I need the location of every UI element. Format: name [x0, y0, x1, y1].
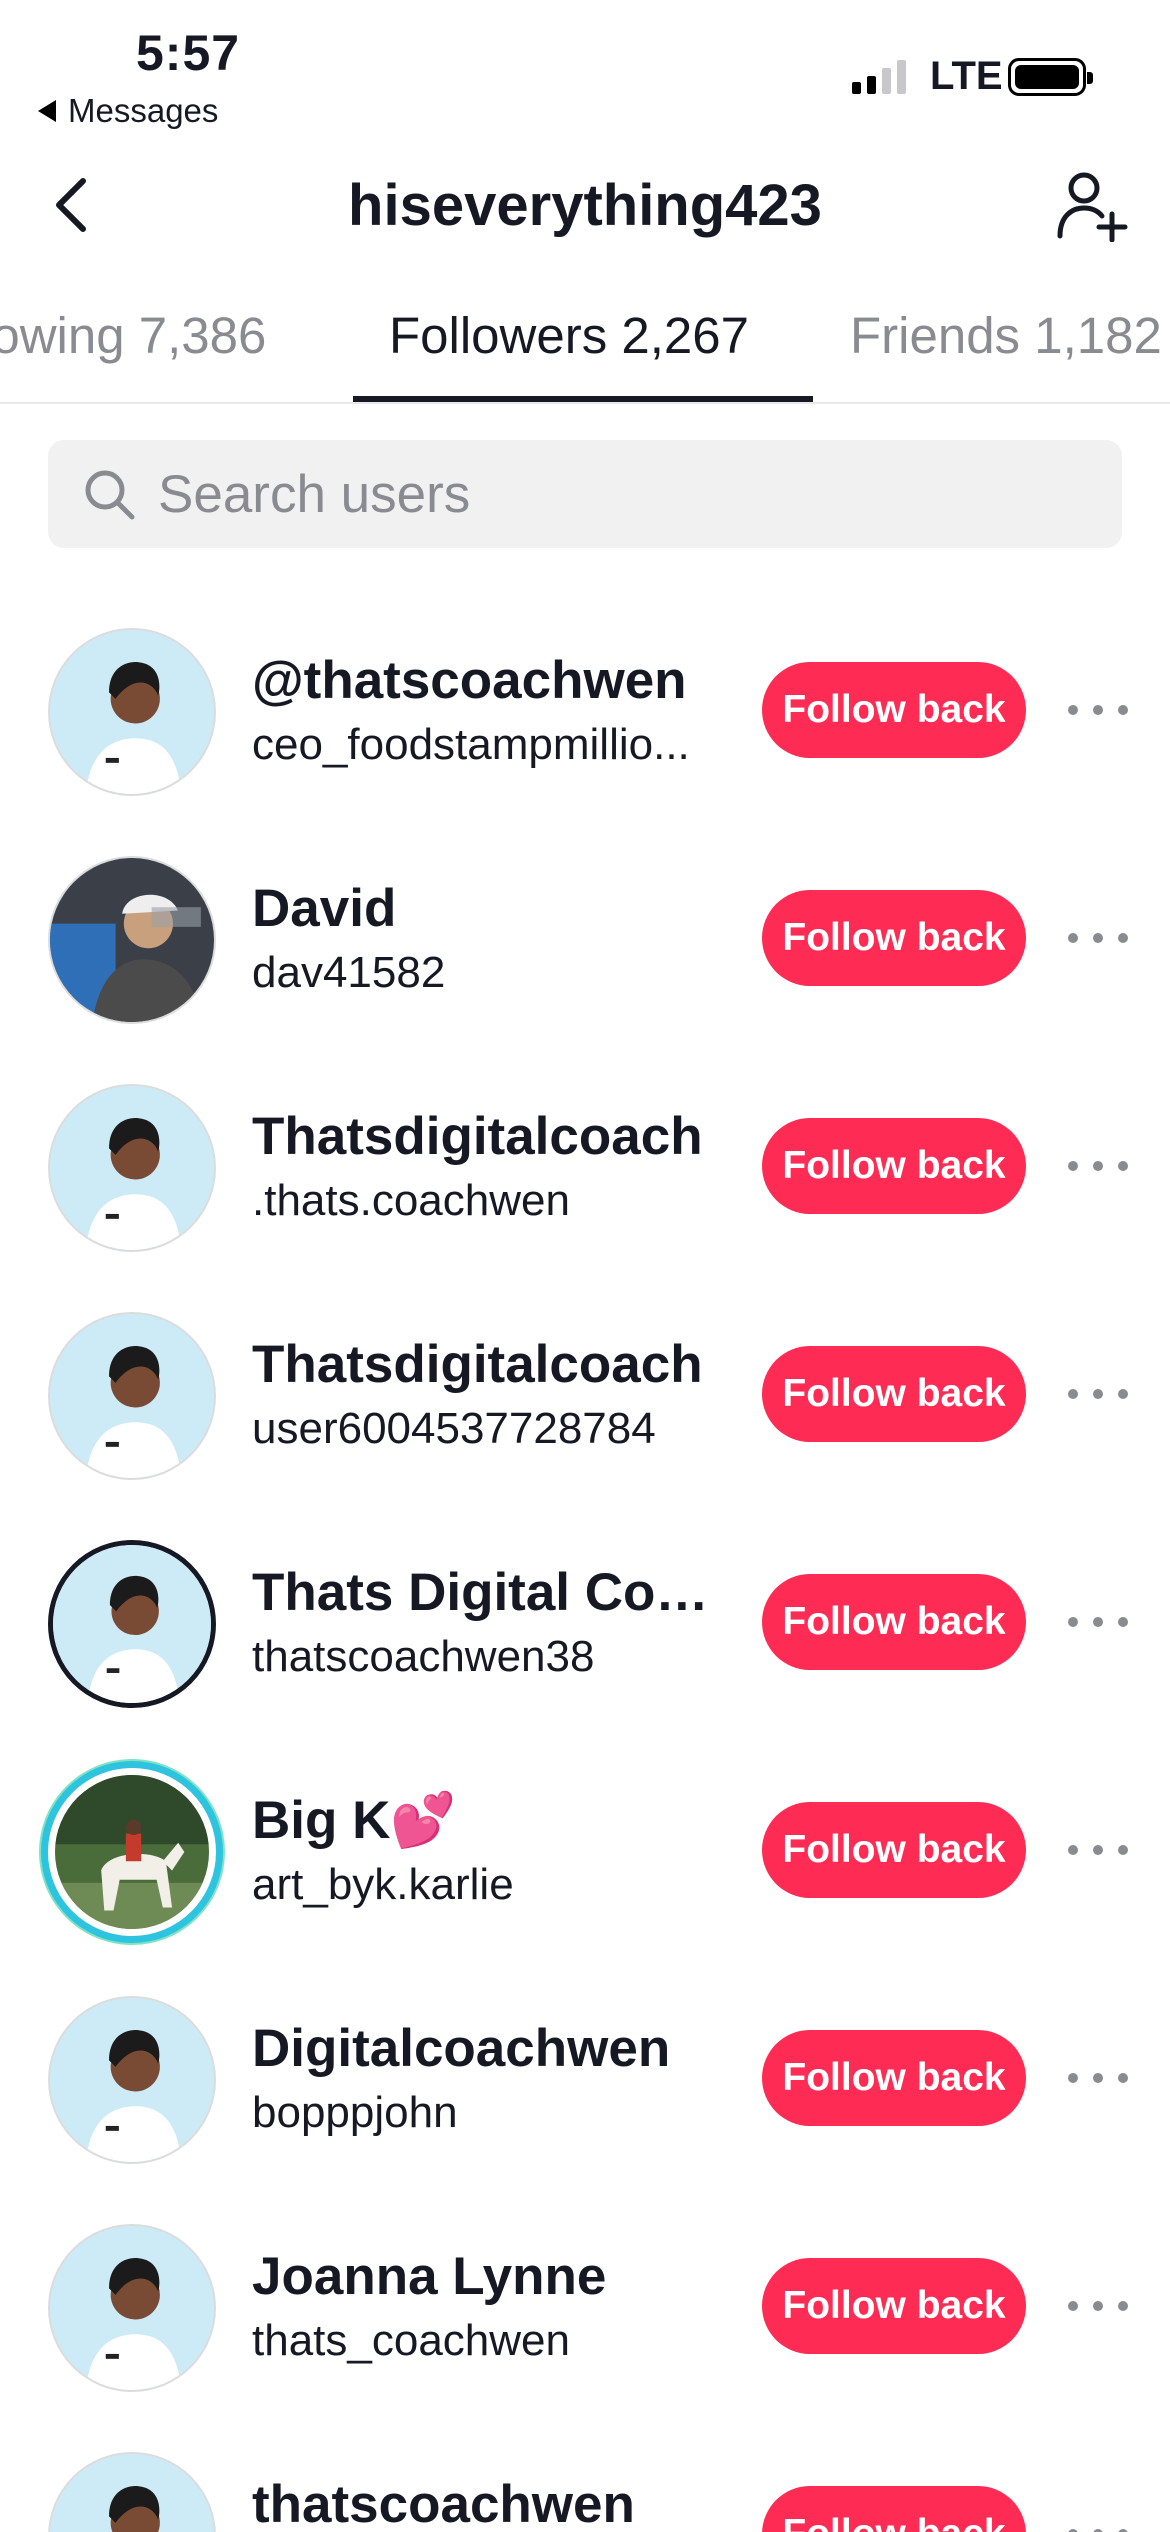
avatar-story-ring[interactable]	[48, 1768, 216, 1936]
user-handle: .thats.coachwen	[252, 1176, 570, 1225]
avatar[interactable]	[48, 1540, 216, 1708]
tab-following[interactable]: lowing 7,386	[0, 306, 266, 365]
user-handle: ceo_foodstampmillio...	[252, 720, 690, 769]
avatar[interactable]	[48, 1996, 216, 2164]
more-options-icon[interactable]	[1068, 2286, 1128, 2326]
avatar[interactable]	[48, 2452, 216, 2532]
user-name: Big K💕	[252, 1791, 457, 1850]
user-name: David	[252, 879, 397, 938]
tab-bar: lowing 7,386 Followers 2,267 Friends 1,1…	[0, 270, 1170, 404]
list-item[interactable]: Thatsdigitalcoach user6004537728784 Foll…	[0, 1284, 1170, 1512]
follow-back-button[interactable]: Follow back	[762, 2258, 1026, 2354]
user-handle: user6004537728784	[252, 1404, 656, 1453]
more-options-icon[interactable]	[1068, 2514, 1128, 2532]
follow-back-button[interactable]: Follow back	[762, 662, 1026, 758]
status-time: 5:57	[136, 25, 241, 81]
avatar[interactable]	[48, 628, 216, 796]
tab-followers[interactable]: Followers 2,267	[389, 306, 749, 365]
follow-back-button[interactable]: Follow back	[762, 1802, 1026, 1898]
avatar-image	[50, 1314, 214, 1478]
avatar-image	[50, 630, 214, 794]
user-name: thatscoachwen	[252, 2475, 635, 2532]
user-handle: bopppjohn	[252, 2088, 458, 2137]
avatar[interactable]	[48, 856, 216, 1024]
user-handle: dav41582	[252, 948, 446, 997]
user-handle: art_byk.karlie	[252, 1860, 514, 1909]
user-text: @thatscoachwen ceo_foodstampmillio...	[252, 650, 722, 774]
avatar[interactable]	[48, 1312, 216, 1480]
more-options-icon[interactable]	[1068, 1602, 1128, 1642]
user-name: Thatsdigitalcoach	[252, 1335, 703, 1394]
user-name: Joanna Lynne	[252, 2247, 607, 2306]
user-text: Joanna Lynne thats_coachwen	[252, 2246, 722, 2370]
tab-friends[interactable]: Friends 1,182	[850, 306, 1162, 365]
list-item[interactable]: Thatsdigitalcoach .thats.coachwen Follow…	[0, 1056, 1170, 1284]
list-item[interactable]: Big K💕 art_byk.karlie Follow back	[0, 1740, 1170, 1968]
add-person-icon	[1057, 172, 1128, 242]
signal-strength-icon	[852, 58, 906, 94]
user-name: Thats Digital Coa...	[252, 1563, 722, 1622]
search-input[interactable]	[158, 463, 1058, 525]
more-options-icon[interactable]	[1068, 690, 1128, 730]
page-title: hiseverything423	[348, 173, 822, 238]
back-app-label: Messages	[68, 92, 219, 129]
more-options-icon[interactable]	[1068, 1830, 1128, 1870]
back-to-app-link[interactable]: Messages	[38, 92, 218, 130]
user-text: thatscoachwen	[252, 2474, 722, 2532]
avatar-image	[50, 1086, 214, 1250]
user-text: Big K💕 art_byk.karlie	[252, 1790, 722, 1914]
more-options-icon[interactable]	[1068, 1374, 1128, 1414]
follow-back-button[interactable]: Follow back	[762, 2486, 1026, 2532]
status-bar: 5:57 Messages LTE	[0, 0, 1170, 140]
follow-back-button[interactable]: Follow back	[762, 890, 1026, 986]
search-bar[interactable]	[48, 440, 1122, 548]
list-item[interactable]: Thats Digital Coa... thatscoachwen38 Fol…	[0, 1512, 1170, 1740]
avatar-image	[50, 858, 214, 1022]
avatar-image	[55, 1775, 209, 1929]
list-item[interactable]: Joanna Lynne thats_coachwen Follow back	[0, 2196, 1170, 2424]
list-item[interactable]: Digitalcoachwen bopppjohn Follow back	[0, 1968, 1170, 2196]
avatar[interactable]	[48, 1084, 216, 1252]
user-handle: thatscoachwen38	[252, 1632, 595, 1681]
battery-icon	[1008, 58, 1093, 96]
avatar-image	[53, 1545, 211, 1703]
user-handle: thats_coachwen	[252, 2316, 570, 2365]
avatar-image	[50, 2226, 214, 2390]
user-text: Thatsdigitalcoach user6004537728784	[252, 1334, 722, 1458]
network-type: LTE	[930, 54, 1003, 98]
user-text: Thatsdigitalcoach .thats.coachwen	[252, 1106, 722, 1230]
avatar-image	[50, 2454, 214, 2532]
user-text: David dav41582	[252, 878, 722, 1002]
avatar[interactable]	[48, 2224, 216, 2392]
list-item[interactable]: @thatscoachwen ceo_foodstampmillio... Fo…	[0, 600, 1170, 828]
list-item[interactable]: David dav41582 Follow back	[0, 828, 1170, 1056]
add-friend-button[interactable]	[1052, 166, 1132, 246]
follow-back-button[interactable]: Follow back	[762, 1346, 1026, 1442]
user-text: Thats Digital Coa... thatscoachwen38	[252, 1562, 722, 1686]
back-triangle-icon	[38, 100, 56, 122]
active-tab-indicator	[353, 396, 813, 402]
follow-back-button[interactable]: Follow back	[762, 1118, 1026, 1214]
user-name: @thatscoachwen	[252, 651, 687, 710]
avatar-image	[50, 1998, 214, 2162]
user-name: Thatsdigitalcoach	[252, 1107, 703, 1166]
more-options-icon[interactable]	[1068, 1146, 1128, 1186]
follow-back-button[interactable]: Follow back	[762, 2030, 1026, 2126]
follow-back-button[interactable]: Follow back	[762, 1574, 1026, 1670]
list-item[interactable]: thatscoachwen Follow back	[0, 2424, 1170, 2532]
user-name: Digitalcoachwen	[252, 2019, 671, 2078]
more-options-icon[interactable]	[1068, 2058, 1128, 2098]
search-icon	[85, 470, 135, 520]
header: hiseverything423	[0, 140, 1170, 270]
user-text: Digitalcoachwen bopppjohn	[252, 2018, 722, 2142]
more-options-icon[interactable]	[1068, 918, 1128, 958]
